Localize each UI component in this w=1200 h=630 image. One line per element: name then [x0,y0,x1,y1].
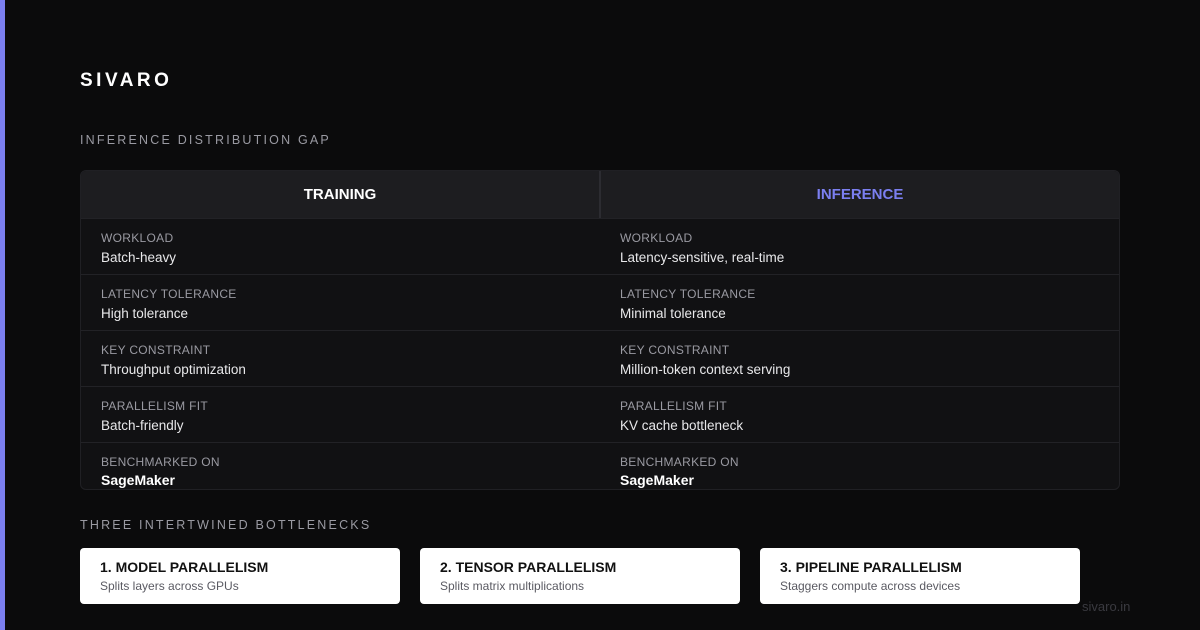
accent-bar [0,0,5,630]
bottleneck-card-model: 1. MODEL PARALLELISM Splits layers acros… [80,548,400,604]
card-description: Splits layers across GPUs [100,579,239,593]
table-row: LATENCY TOLERANCE High tolerance LATENCY… [81,274,1119,330]
training-cell: PARALLELISM FIT Batch-friendly [81,387,600,442]
table-row: WORKLOAD Batch-heavy WORKLOAD Latency-se… [81,218,1119,274]
training-cell: WORKLOAD Batch-heavy [81,219,600,274]
cell-label: LATENCY TOLERANCE [101,287,237,301]
card-title: 1. MODEL PARALLELISM [100,559,269,575]
cell-label: PARALLELISM FIT [620,399,727,413]
card-description: Splits matrix multiplications [440,579,585,593]
comparison-table: TRAINING INFERENCE WORKLOAD Batch-heavy … [80,170,1120,490]
cell-value: Million-token context serving [620,362,791,377]
cell-value: SageMaker [101,472,175,488]
comparison-section-title: INFERENCE DISTRIBUTION GAP [80,133,331,147]
table-header: TRAINING INFERENCE [81,171,1119,218]
cell-value: High tolerance [101,306,189,321]
brand-logo: SIVARO [80,70,173,91]
header-training: TRAINING [81,171,601,218]
cell-value: Batch-friendly [101,418,184,433]
cell-label: PARALLELISM FIT [101,399,208,413]
inference-cell: WORKLOAD Latency-sensitive, real-time [600,219,1119,274]
cell-value: Latency-sensitive, real-time [620,250,785,265]
cell-value: Batch-heavy [101,250,177,265]
table-row: PARALLELISM FIT Batch-friendly PARALLELI… [81,386,1119,442]
training-cell: LATENCY TOLERANCE High tolerance [81,275,600,330]
inference-cell: LATENCY TOLERANCE Minimal tolerance [600,275,1119,330]
training-cell: KEY CONSTRAINT Throughput optimization [81,331,600,386]
table-row: KEY CONSTRAINT Throughput optimization K… [81,330,1119,386]
header-inference: INFERENCE [816,186,904,203]
inference-cell: PARALLELISM FIT KV cache bottleneck [600,387,1119,442]
cell-value: Minimal tolerance [620,306,726,321]
cell-label: KEY CONSTRAINT [101,343,211,357]
table-row: BENCHMARKED ON SageMaker BENCHMARKED ON … [81,442,1119,489]
card-title: 3. PIPELINE PARALLELISM [780,559,962,575]
cell-value: SageMaker [620,472,694,488]
cell-value: Throughput optimization [101,362,246,377]
cell-label: LATENCY TOLERANCE [620,287,756,301]
cell-label: BENCHMARKED ON [620,455,739,469]
bottleneck-card-tensor: 2. TENSOR PARALLELISM Splits matrix mult… [420,548,740,604]
card-description: Staggers compute across devices [780,579,961,593]
cell-label: BENCHMARKED ON [101,455,220,469]
training-cell: BENCHMARKED ON SageMaker [81,443,600,489]
inference-cell: KEY CONSTRAINT Million-token context ser… [600,331,1119,386]
bottleneck-card-pipeline: 3. PIPELINE PARALLELISM Staggers compute… [760,548,1080,604]
cell-label: KEY CONSTRAINT [620,343,730,357]
cell-label: WORKLOAD [620,231,693,245]
inference-cell: BENCHMARKED ON SageMaker [600,443,1119,489]
bottleneck-cards: 1. MODEL PARALLELISM Splits layers acros… [80,548,1080,604]
cell-label: WORKLOAD [101,231,174,245]
footer-domain: sivaro.in [1082,599,1131,614]
bottlenecks-section-title: THREE INTERTWINED BOTTLENECKS [80,518,372,532]
cell-value: KV cache bottleneck [620,418,744,433]
card-title: 2. TENSOR PARALLELISM [440,559,617,575]
